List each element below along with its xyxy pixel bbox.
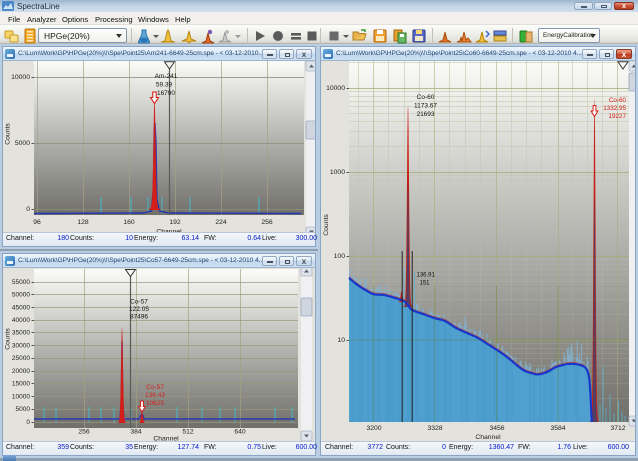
svg-text:256: 256 [78,429,90,436]
svg-text:35000: 35000 [12,330,30,337]
svg-text:19227: 19227 [608,113,626,120]
svg-text:15000: 15000 [12,381,30,388]
svg-text:224: 224 [215,219,227,226]
svg-text:5000: 5000 [16,406,31,413]
svg-text:136.91: 136.91 [417,273,436,279]
svg-text:Co-57: Co-57 [146,384,164,391]
svg-text:3200: 3200 [366,425,381,432]
svg-text:16790: 16790 [157,90,175,97]
svg-text:1000: 1000 [330,169,345,176]
svg-text:100: 100 [334,253,346,260]
svg-text:512: 512 [182,429,194,436]
svg-text:45000: 45000 [12,304,30,311]
svg-text:10000: 10000 [11,74,30,81]
svg-text:3712: 3712 [610,425,625,432]
svg-text:3328: 3328 [427,425,442,432]
svg-text:Counts: Counts [5,123,12,145]
svg-text:25000: 25000 [12,355,30,362]
svg-text:20000: 20000 [12,368,30,375]
svg-text:128: 128 [77,219,89,226]
svg-text:10000: 10000 [326,85,345,92]
svg-text:192: 192 [169,219,181,226]
svg-text:Counts: Counts [323,214,330,236]
svg-text:10000: 10000 [12,393,30,400]
svg-text:1332.95: 1332.95 [603,105,626,112]
svg-text:55000: 55000 [12,279,30,286]
svg-text:21693: 21693 [416,111,434,118]
svg-text:Channel: Channel [475,434,501,441]
svg-text:Counts: Counts [5,328,12,350]
svg-text:30000: 30000 [12,342,30,349]
svg-text:136.43: 136.43 [145,392,165,399]
svg-text:40000: 40000 [12,317,30,324]
svg-text:384: 384 [130,429,142,436]
svg-text:640: 640 [234,429,246,436]
svg-text:160: 160 [123,219,135,226]
svg-text:1173.67: 1173.67 [414,103,437,110]
svg-text:5000: 5000 [15,140,30,147]
svg-text:3584: 3584 [550,425,565,432]
svg-text:3456: 3456 [489,425,504,432]
svg-text:Co-60: Co-60 [417,94,435,101]
svg-text:256: 256 [261,219,273,226]
svg-text:96: 96 [33,219,41,226]
svg-text:10625: 10625 [146,400,164,407]
svg-text:Co-60: Co-60 [609,97,627,104]
svg-text:10: 10 [337,337,345,344]
svg-text:87496: 87496 [130,314,148,321]
svg-text:59.39: 59.39 [156,82,173,89]
svg-text:Co-57: Co-57 [130,299,148,306]
svg-text:Am-241: Am-241 [155,73,178,80]
svg-text:151: 151 [420,281,431,287]
svg-text:0: 0 [26,419,30,426]
svg-text:122.05: 122.05 [129,306,149,313]
svg-text:50000: 50000 [12,292,30,299]
svg-text:0: 0 [26,206,30,213]
